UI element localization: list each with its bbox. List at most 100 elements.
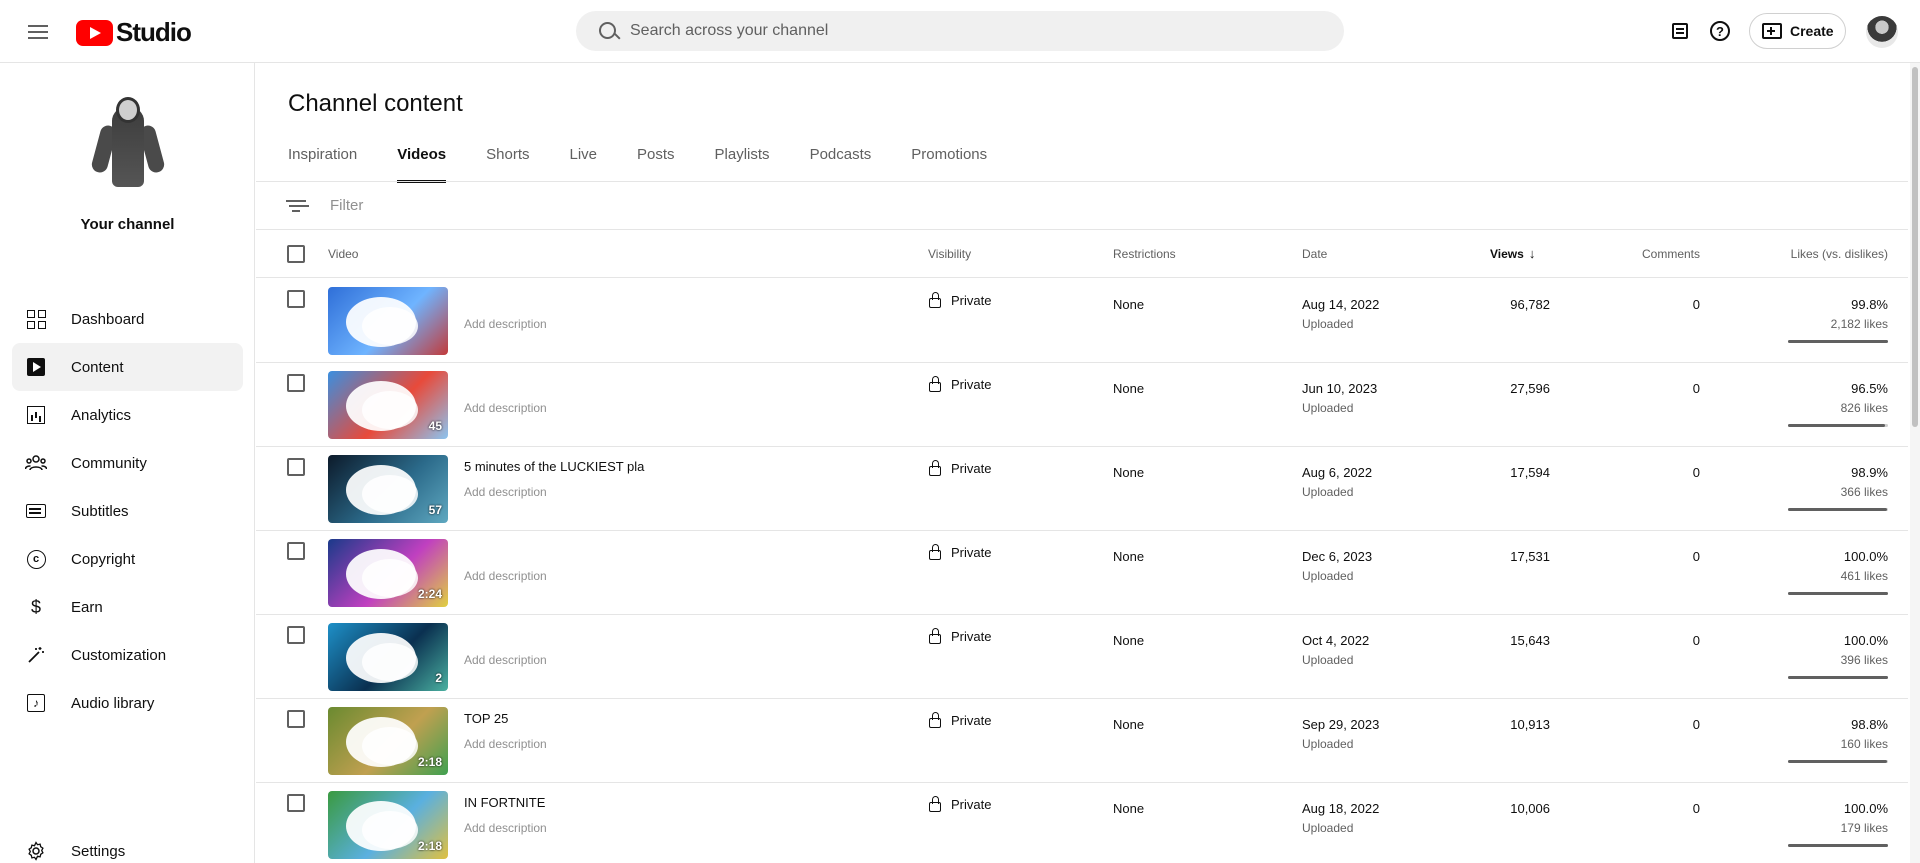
- like-ratio-bar: [1788, 592, 1888, 595]
- video-thumbnail[interactable]: 45: [328, 371, 448, 439]
- sidebar-item-settings[interactable]: Settings: [12, 827, 243, 863]
- likes-percent: 100.0%: [1843, 801, 1888, 816]
- visibility-cell[interactable]: Private: [928, 292, 991, 308]
- video-thumbnail[interactable]: 57: [328, 455, 448, 523]
- video-thumbnail[interactable]: 2:24: [328, 539, 448, 607]
- video-duration: 2:18: [417, 839, 442, 853]
- visibility-cell[interactable]: Private: [928, 796, 991, 812]
- video-description[interactable]: Add description: [464, 569, 547, 583]
- create-button[interactable]: Create: [1749, 13, 1846, 49]
- video-description[interactable]: Add description: [464, 821, 547, 835]
- video-description[interactable]: Add description: [464, 317, 547, 331]
- video-description[interactable]: Add description: [464, 401, 547, 415]
- sidebar-item-subtitles[interactable]: Subtitles: [12, 487, 243, 535]
- search-icon[interactable]: [588, 11, 628, 51]
- channel-avatar[interactable]: [72, 87, 184, 199]
- column-header-likes[interactable]: Likes (vs. dislikes): [1728, 230, 1888, 278]
- visibility-cell[interactable]: Private: [928, 712, 991, 728]
- tab-promotions[interactable]: Promotions: [911, 141, 987, 183]
- search-bar[interactable]: [576, 11, 1344, 51]
- row-checkbox[interactable]: [287, 710, 305, 728]
- menu-icon[interactable]: [26, 20, 50, 44]
- sidebar-item-content[interactable]: Content: [12, 343, 243, 391]
- your-channel-label[interactable]: Your channel: [0, 216, 255, 233]
- sort-down-icon[interactable]: ↓: [1529, 230, 1536, 278]
- filter-input[interactable]: [330, 197, 930, 214]
- tab-posts[interactable]: Posts: [637, 141, 675, 183]
- tab-inspiration[interactable]: Inspiration: [288, 141, 357, 183]
- sidebar-item-label: Earn: [71, 598, 103, 616]
- video-thumbnail[interactable]: 2: [328, 623, 448, 691]
- studio-logo[interactable]: Studio: [76, 17, 192, 48]
- table-row[interactable]: 2:18 TOP 25 Add description Private None Sep …: [256, 699, 1908, 783]
- video-description[interactable]: Add description: [464, 653, 547, 667]
- table-row[interactable]: 2:24 Add description Private None Dec 6, 202…: [256, 531, 1908, 615]
- video-description[interactable]: Add description: [464, 485, 547, 499]
- video-thumbnail[interactable]: 2:18: [328, 707, 448, 775]
- video-thumbnail[interactable]: 2:18: [328, 791, 448, 859]
- help-icon[interactable]: ?: [1708, 19, 1732, 43]
- search-input[interactable]: [630, 22, 1310, 40]
- video-title[interactable]: [464, 627, 864, 643]
- column-header-views[interactable]: Views ↓: [1490, 230, 1535, 278]
- video-title[interactable]: 5 minutes of the LUCKIEST pla: [464, 459, 864, 475]
- likes-percent: 100.0%: [1843, 633, 1888, 648]
- sidebar-item-customization[interactable]: Customization: [12, 631, 243, 679]
- audio-library-icon: ♪: [24, 691, 48, 715]
- views-value: 10,006: [1510, 801, 1550, 816]
- tab-playlists[interactable]: Playlists: [715, 141, 770, 183]
- date-value: Jun 10, 2023: [1302, 381, 1378, 396]
- row-checkbox[interactable]: [287, 794, 305, 812]
- magic-wand-icon: [24, 643, 48, 667]
- row-checkbox[interactable]: [287, 374, 305, 392]
- row-checkbox[interactable]: [287, 290, 305, 308]
- main-content: Channel content Inspiration Videos Short…: [256, 63, 1908, 863]
- feedback-icon[interactable]: [1668, 19, 1692, 43]
- video-thumbnail[interactable]: [328, 287, 448, 355]
- video-description[interactable]: Add description: [464, 737, 547, 751]
- video-title[interactable]: [464, 291, 864, 307]
- likes-count: 826 likes: [1840, 401, 1888, 415]
- create-video-icon: [1762, 23, 1782, 39]
- lock-icon: [928, 796, 942, 812]
- tab-podcasts[interactable]: Podcasts: [810, 141, 872, 183]
- table-row[interactable]: 2:18 IN FORTNITE Add description Private Non…: [256, 783, 1908, 863]
- account-avatar[interactable]: [1866, 16, 1898, 48]
- column-header-date[interactable]: Date: [1302, 230, 1327, 278]
- tab-live[interactable]: Live: [570, 141, 598, 183]
- video-title[interactable]: TOP 25: [464, 711, 864, 727]
- sidebar-item-dashboard[interactable]: Dashboard: [12, 295, 243, 343]
- column-header-comments[interactable]: Comments: [1639, 230, 1700, 278]
- video-title[interactable]: [464, 543, 864, 559]
- table-row[interactable]: 57 5 minutes of the LUCKIEST pla Add descr…: [256, 447, 1908, 531]
- restrictions-value: None: [1113, 633, 1145, 648]
- tab-videos[interactable]: Videos: [397, 141, 446, 183]
- sidebar-item-audio-library[interactable]: ♪ Audio library: [12, 679, 243, 727]
- visibility-cell[interactable]: Private: [928, 544, 991, 560]
- tab-shorts[interactable]: Shorts: [486, 141, 529, 183]
- scrollbar[interactable]: [1910, 63, 1920, 863]
- visibility-cell[interactable]: Private: [928, 376, 991, 392]
- analytics-icon: [24, 403, 48, 427]
- visibility-cell[interactable]: Private: [928, 460, 991, 476]
- table-row[interactable]: 2 Add description Private None Oct 4, 2022 Up…: [256, 615, 1908, 699]
- lock-icon: [928, 292, 942, 308]
- select-all-checkbox[interactable]: [287, 245, 305, 263]
- table-row[interactable]: 45 Add description Private None Jun 10, 2023…: [256, 363, 1908, 447]
- filter-icon[interactable]: [284, 194, 308, 218]
- row-checkbox[interactable]: [287, 626, 305, 644]
- table-row[interactable]: Add description Private None Aug 14, 2022 Up…: [256, 279, 1908, 363]
- video-title[interactable]: [464, 375, 864, 391]
- row-checkbox[interactable]: [287, 458, 305, 476]
- lock-icon: [928, 544, 942, 560]
- sidebar-item-community[interactable]: Community: [12, 439, 243, 487]
- comments-value: 0: [1692, 717, 1700, 732]
- video-title[interactable]: IN FORTNITE: [464, 795, 864, 811]
- sidebar-item-earn[interactable]: $ Earn: [12, 583, 243, 631]
- sidebar-item-analytics[interactable]: Analytics: [12, 391, 243, 439]
- visibility-cell[interactable]: Private: [928, 628, 991, 644]
- sidebar-item-copyright[interactable]: c Copyright: [12, 535, 243, 583]
- visibility-value: Private: [951, 544, 992, 560]
- row-checkbox[interactable]: [287, 542, 305, 560]
- date-value: Aug 14, 2022: [1302, 297, 1380, 312]
